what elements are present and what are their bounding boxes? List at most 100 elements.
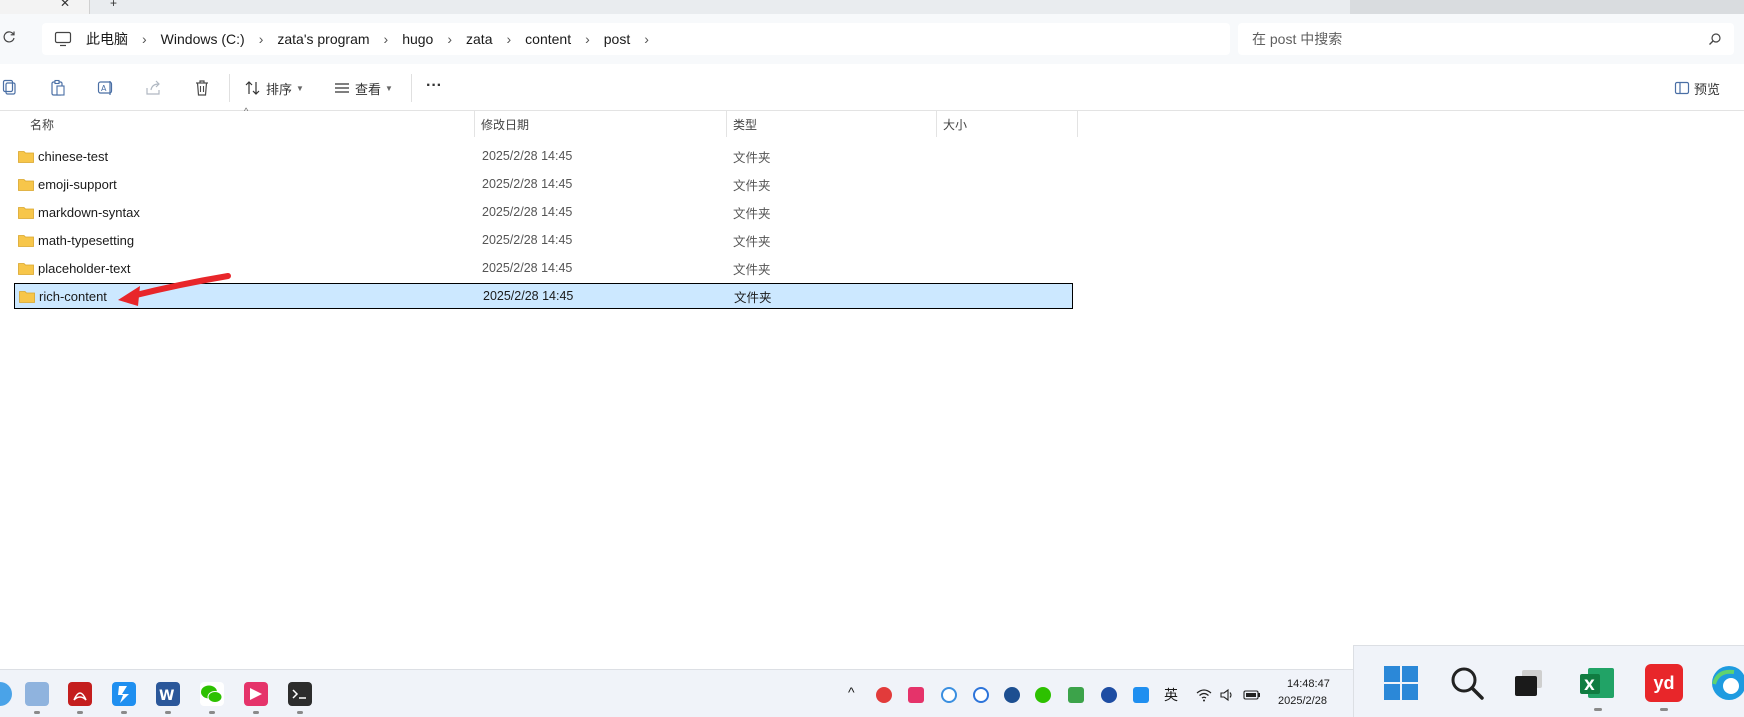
search-icon[interactable]: [1448, 664, 1486, 702]
file-name-cell[interactable]: chinese-test: [18, 149, 108, 164]
edge-browser-icon[interactable]: [0, 682, 12, 706]
battery-icon[interactable]: [1243, 687, 1261, 703]
vpn-icon[interactable]: [1004, 687, 1020, 703]
column-header-size[interactable]: 大小: [937, 111, 1078, 137]
annotation-arrow: [118, 273, 231, 306]
wechat-tray-icon[interactable]: [1035, 687, 1051, 703]
excel-icon[interactable]: X: [1578, 664, 1616, 702]
file-row[interactable]: markdown-syntax 2025/2/28 14:45 文件夹: [14, 199, 1073, 225]
svg-text:X: X: [1584, 678, 1595, 694]
paste-button[interactable]: [49, 76, 67, 100]
preview-pane-icon: [1674, 81, 1690, 95]
word-icon[interactable]: W: [156, 682, 180, 706]
file-type: 文件夹: [733, 262, 771, 277]
breadcrumb-this-pc[interactable]: 此电脑: [80, 29, 134, 49]
breadcrumb-windows-c[interactable]: Windows (C:): [155, 31, 251, 47]
terminal-icon[interactable]: [288, 682, 312, 706]
running-indicator: [1660, 708, 1668, 711]
pdf-reader-icon[interactable]: [68, 682, 92, 706]
file-modified: 2025/2/28 14:45: [483, 289, 574, 303]
file-name-cell[interactable]: math-typesetting: [18, 233, 134, 248]
file-row[interactable]: emoji-support 2025/2/28 14:45 文件夹: [14, 171, 1073, 197]
youdao-label: yd: [1653, 672, 1675, 693]
file-modified: 2025/2/28 14:45: [482, 177, 573, 191]
youdao-dict-icon[interactable]: yd: [1645, 664, 1683, 702]
chevron-right-icon[interactable]: ›: [376, 31, 397, 47]
windows-start-icon[interactable]: [1382, 664, 1420, 702]
more-options-button[interactable]: ···: [426, 74, 442, 98]
breadcrumb[interactable]: 此电脑 › Windows (C:) › zata's program › hu…: [42, 23, 1230, 55]
breadcrumb-zatas-program[interactable]: zata's program: [271, 31, 375, 47]
new-tab-icon[interactable]: +: [110, 0, 117, 10]
xiaohongshu-tray-icon[interactable]: [908, 687, 924, 703]
chevron-right-icon[interactable]: ›: [498, 31, 519, 47]
command-bar: A 排序 ▼ 查看 ▼ ··· 预览: [0, 64, 1744, 111]
column-name-label: 名称: [30, 117, 55, 132]
folder-icon: [18, 178, 34, 191]
breadcrumb-content[interactable]: content: [519, 31, 577, 47]
bluetooth-share-icon[interactable]: [941, 687, 957, 703]
search-icon[interactable]: [1708, 32, 1722, 46]
clock-date[interactable]: 2025/2/28: [1278, 695, 1327, 707]
delete-button[interactable]: [193, 76, 211, 100]
file-modified: 2025/2/28 14:45: [482, 149, 573, 163]
chevron-right-icon[interactable]: ›: [439, 31, 460, 47]
folder-icon: [18, 150, 34, 163]
column-header-name[interactable]: 名称: [24, 111, 475, 137]
chevron-right-icon[interactable]: ›: [636, 31, 657, 47]
share-button[interactable]: [145, 76, 163, 100]
breadcrumb-post[interactable]: post: [598, 31, 636, 47]
file-modified: 2025/2/28 14:45: [482, 233, 573, 247]
search-input[interactable]: [1252, 31, 1682, 47]
close-tab-icon[interactable]: ✕: [60, 0, 70, 10]
refresh-icon[interactable]: [2, 30, 16, 44]
todo-check-icon[interactable]: [973, 687, 989, 703]
feishu-icon[interactable]: [112, 682, 136, 706]
folder-icon: [18, 206, 34, 219]
sort-button[interactable]: 排序 ▼: [244, 76, 304, 100]
this-pc-icon[interactable]: [54, 31, 72, 47]
file-name-cell[interactable]: markdown-syntax: [18, 205, 140, 220]
chevron-right-icon[interactable]: ›: [251, 31, 272, 47]
rename-button[interactable]: A: [97, 76, 115, 100]
column-header-type[interactable]: 类型: [727, 111, 937, 137]
qq-icon[interactable]: [1101, 687, 1117, 703]
taskbar: W ^ 英 14:48:47 2025/2/28: [0, 669, 1353, 717]
xiaohongshu-icon[interactable]: [244, 682, 268, 706]
file-name-cell[interactable]: rich-content: [19, 289, 107, 304]
running-indicator: [253, 711, 259, 714]
folder-icon: [18, 262, 34, 275]
chevron-right-icon[interactable]: ›: [134, 31, 155, 47]
notepad-icon[interactable]: [25, 682, 49, 706]
file-type: 文件夹: [733, 206, 771, 221]
file-row[interactable]: chinese-test 2025/2/28 14:45 文件夹: [14, 143, 1073, 169]
file-name-cell[interactable]: emoji-support: [18, 177, 117, 192]
ime-indicator[interactable]: 英: [1164, 685, 1178, 705]
column-header-modified[interactable]: 修改日期: [475, 111, 727, 137]
show-hidden-icons-icon[interactable]: ^: [848, 684, 855, 700]
explorer-tab[interactable]: ✕: [0, 0, 90, 14]
breadcrumb-zata[interactable]: zata: [460, 31, 498, 47]
task-view-icon[interactable]: [1510, 664, 1548, 702]
trash-icon: [196, 80, 208, 96]
toolbar-divider: [229, 74, 230, 102]
file-row[interactable]: math-typesetting 2025/2/28 14:45 文件夹: [14, 227, 1073, 253]
android-icon[interactable]: [1068, 687, 1084, 703]
view-button[interactable]: 查看 ▼: [333, 76, 393, 100]
feishu-tray-icon[interactable]: [1133, 687, 1149, 703]
chevron-down-icon: ▼: [296, 83, 304, 93]
chevron-right-icon[interactable]: ›: [577, 31, 598, 47]
volume-icon[interactable]: [1219, 687, 1235, 703]
edge-browser-icon[interactable]: [1710, 664, 1744, 702]
clock-time[interactable]: 14:48:47: [1287, 678, 1330, 690]
sort-label: 排序: [266, 81, 293, 97]
breadcrumb-hugo[interactable]: hugo: [396, 31, 439, 47]
netease-music-icon[interactable]: [876, 687, 892, 703]
wifi-icon[interactable]: [1196, 687, 1212, 703]
file-modified: 2025/2/28 14:45: [482, 261, 573, 275]
preview-pane-button[interactable]: 预览: [1674, 76, 1720, 100]
search-box[interactable]: [1238, 23, 1734, 55]
file-type: 文件夹: [733, 234, 771, 249]
wechat-icon[interactable]: [200, 682, 224, 706]
copy-button[interactable]: [2, 76, 20, 100]
